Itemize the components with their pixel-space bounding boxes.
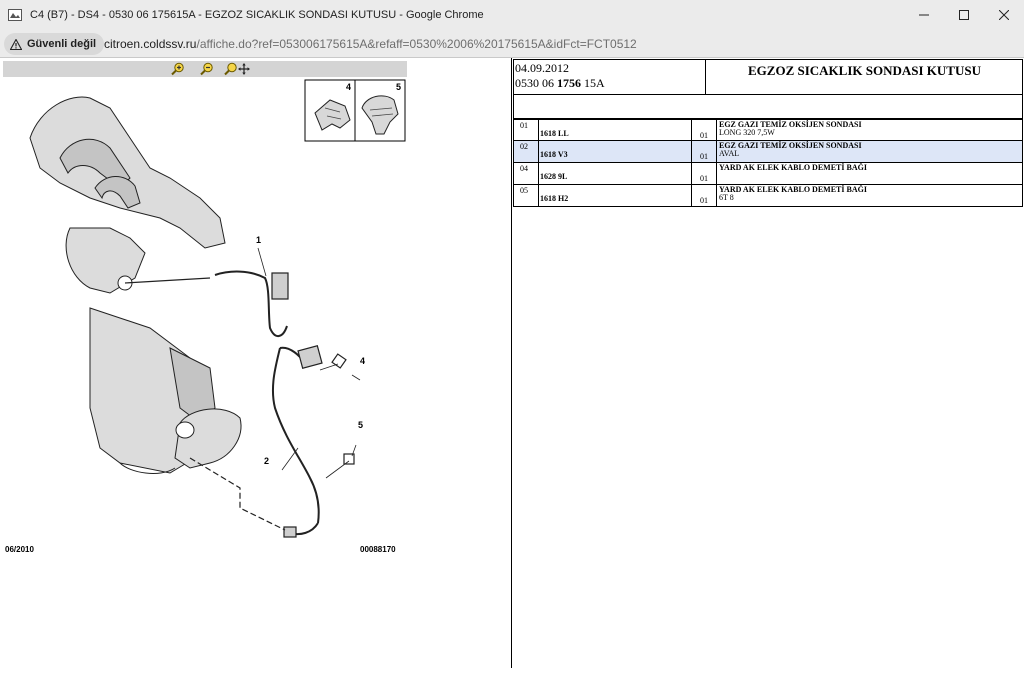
diagram-pane: 4 5 1 2 4 5 06/2010 00088170 xyxy=(0,58,512,668)
warning-triangle-icon xyxy=(10,38,22,50)
security-label: Güvenli değil xyxy=(27,38,97,50)
part-desc: EGZ GAZI TEMİZ OKSİJEN SONDASI AVAL xyxy=(719,141,862,158)
manifold-illustration xyxy=(29,96,242,474)
page-icon xyxy=(8,8,22,22)
part-qty: 01 xyxy=(700,131,708,140)
part-index: 04 xyxy=(514,163,539,184)
part-row[interactable]: 04 1628 9L 01 YARD AK ELEK KABLO DEMETİ … xyxy=(513,163,1023,185)
close-button[interactable] xyxy=(984,0,1024,30)
title-bar: C4 (B7) - DS4 - 0530 06 175615A - EGZOZ … xyxy=(0,0,1024,30)
header-ref: 0530 06 1756 15A xyxy=(515,76,605,90)
header-title: EGZOZ SICAKLIK SONDASI KUTUSU xyxy=(748,63,981,78)
part-desc: YARD AK ELEK KABLO DEMETİ BAĞI xyxy=(719,163,867,172)
parts-table: 01 1618 LL 01 EGZ GAZI TEMİZ OKSİJEN SON… xyxy=(513,119,1023,207)
parts-pane: 04.09.2012 0530 06 1756 15A EGZOZ SICAKL… xyxy=(512,58,1024,668)
part-index: 05 xyxy=(514,185,539,206)
window-controls xyxy=(904,0,1024,30)
part-ref: 1618 LL xyxy=(539,120,692,140)
url-path: /affiche.do?ref=053006175615A&refaff=053… xyxy=(196,37,637,51)
inset-label-5: 5 xyxy=(396,82,401,92)
part-qty: 01 xyxy=(700,152,708,161)
diagram-ref: 00088170 xyxy=(360,545,396,554)
part-qty: 01 xyxy=(700,196,708,205)
part-desc: EGZ GAZI TEMİZ OKSİJEN SONDASI LONG 320 7… xyxy=(719,120,862,137)
exploded-diagram: 4 5 1 2 4 5 xyxy=(29,79,406,538)
part-index: 01 xyxy=(514,120,539,140)
part-row[interactable]: 02 1618 V3 01 EGZ GAZI TEMİZ OKSİJEN SON… xyxy=(513,141,1023,163)
spacer-row xyxy=(513,95,1023,119)
close-icon xyxy=(999,10,1009,20)
window-title: C4 (B7) - DS4 - 0530 06 175615A - EGZOZ … xyxy=(30,9,484,21)
url-field[interactable]: citroen.coldssv.ru/affiche.do?ref=053006… xyxy=(104,37,637,51)
minimize-icon xyxy=(919,14,929,16)
inset-label-4: 4 xyxy=(346,82,351,92)
address-bar: Güvenli değil citroen.coldssv.ru/affiche… xyxy=(0,30,1024,58)
part-ref: 1628 9L xyxy=(539,163,692,184)
page-content: 4 5 1 2 4 5 06/2010 00088170 04.09.2012 … xyxy=(0,58,1024,676)
header-date: 04.09.2012 xyxy=(515,61,569,75)
part-desc: YARD AK ELEK KABLO DEMETİ BAĞI 6T 8 xyxy=(719,185,867,202)
part-ref: 1618 V3 xyxy=(539,141,692,162)
zoom-out-icon xyxy=(200,62,213,76)
part-row[interactable]: 01 1618 LL 01 EGZ GAZI TEMİZ OKSİJEN SON… xyxy=(513,119,1023,141)
maximize-button[interactable] xyxy=(944,0,984,30)
inset-box: 4 5 xyxy=(304,79,406,142)
callout-5: 5 xyxy=(358,420,363,430)
part-row[interactable]: 05 1618 H2 01 YARD AK ELEK KABLO DEMETİ … xyxy=(513,185,1023,207)
zoom-pan-button[interactable] xyxy=(223,61,253,77)
header-info: 04.09.2012 0530 06 1756 15A xyxy=(514,60,706,94)
diagram-date: 06/2010 xyxy=(5,545,34,554)
zoom-pan-icon xyxy=(224,62,250,76)
callout-1: 1 xyxy=(256,235,261,245)
header-table: 04.09.2012 0530 06 1756 15A EGZOZ SICAKL… xyxy=(513,59,1023,95)
security-chip[interactable]: Güvenli değil xyxy=(4,33,105,55)
part-ref: 1618 H2 xyxy=(539,185,692,206)
zoom-out-button[interactable] xyxy=(198,61,216,77)
callout-2: 2 xyxy=(264,456,269,466)
url-host: citroen.coldssv.ru xyxy=(104,37,197,51)
zoom-toolbar xyxy=(3,61,407,77)
callout-4: 4 xyxy=(360,356,365,366)
zoom-in-icon xyxy=(171,62,184,76)
part-index: 02 xyxy=(514,141,539,162)
minimize-button[interactable] xyxy=(904,0,944,30)
maximize-icon xyxy=(959,10,969,20)
part-qty: 01 xyxy=(700,174,708,183)
zoom-in-button[interactable] xyxy=(169,61,187,77)
